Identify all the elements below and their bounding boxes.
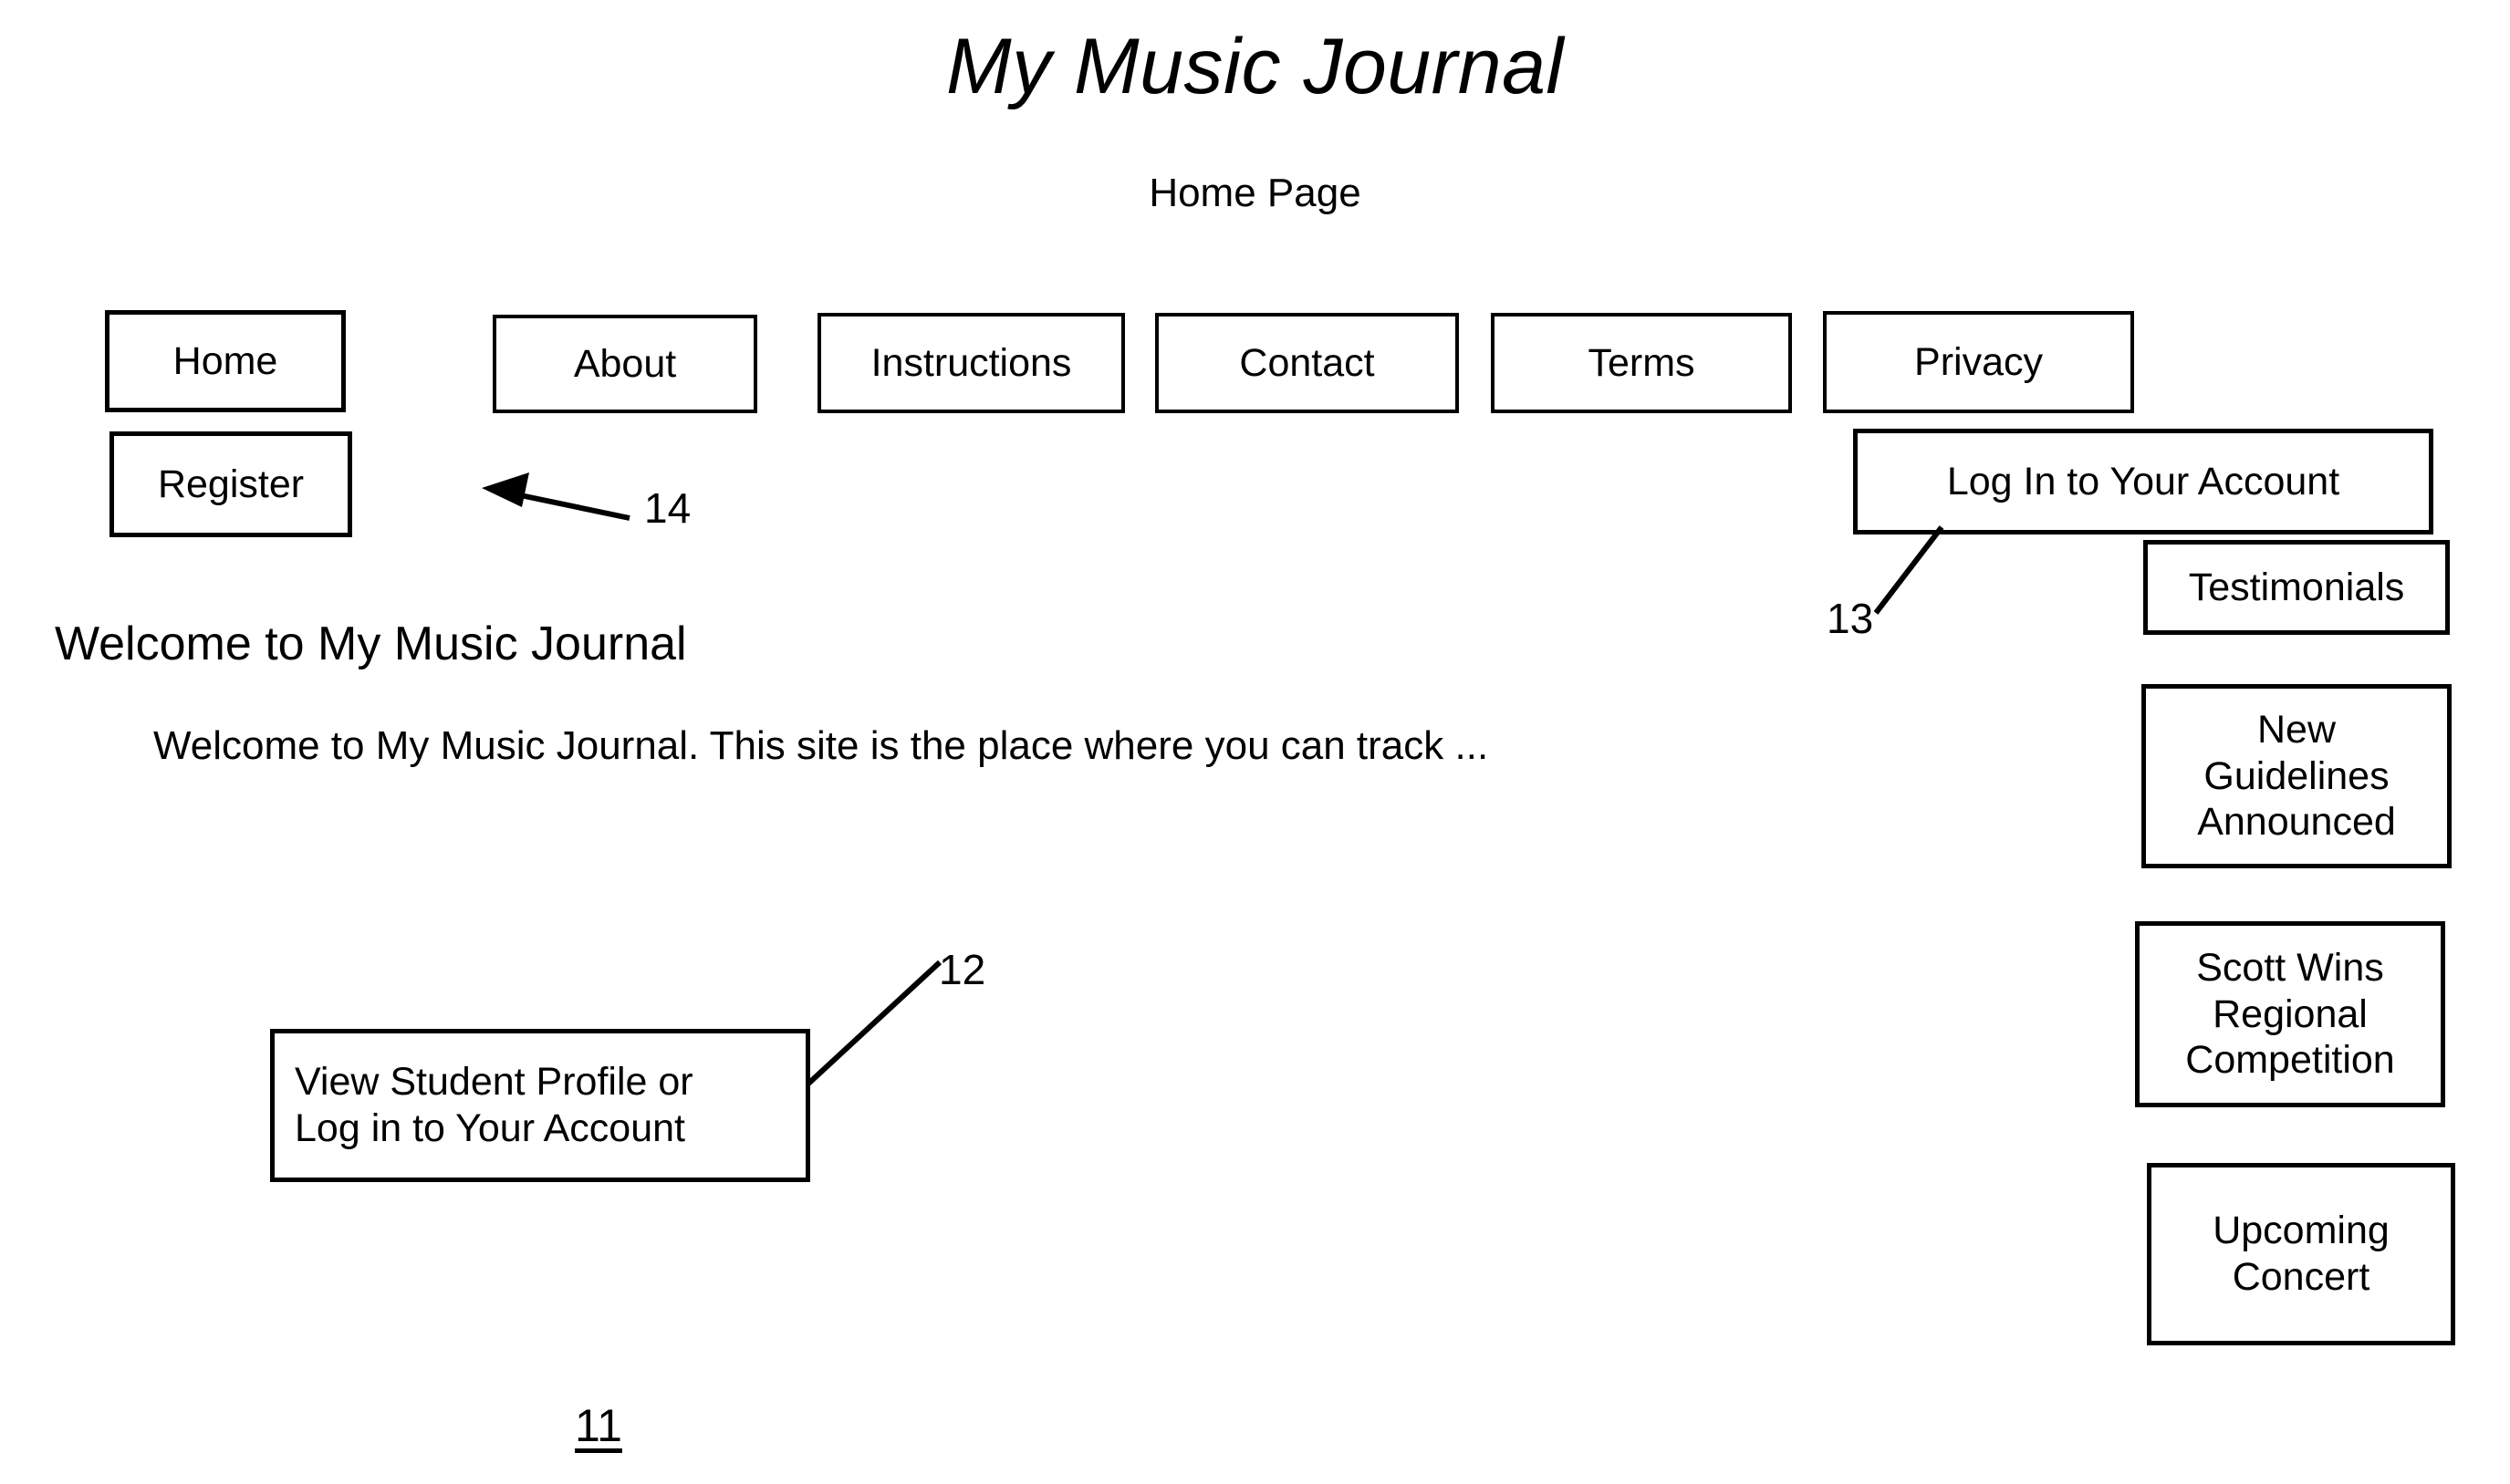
nav-button-contact[interactable]: Contact (1155, 313, 1459, 413)
sidebar-panel-line: Regional (2213, 991, 2368, 1036)
callout-number-12: 12 (939, 946, 986, 993)
sidebar-panel-line: Scott Wins (2196, 945, 2384, 990)
arrowhead-14 (482, 472, 529, 507)
nav-button-terms[interactable]: Terms (1491, 313, 1792, 413)
sidebar-panel-line: Concert (2232, 1255, 2370, 1299)
callout-number-14: 14 (644, 484, 692, 532)
main-heading: Welcome to My Music Journal (55, 617, 687, 670)
cta-line-2: Log in to Your Account (295, 1106, 685, 1150)
sidebar-panel-new-guidelines[interactable]: New Guidelines Announced (2141, 684, 2452, 868)
sidebar-panel-upcoming-concert[interactable]: Upcoming Concert (2147, 1163, 2455, 1345)
cta-line-1: View Student Profile or (295, 1060, 693, 1105)
main-paragraph: Welcome to My Music Journal. This site i… (153, 723, 1489, 768)
sidebar-panel-line: New (2256, 707, 2337, 752)
sidebar-panel-line: Upcoming (2213, 1209, 2390, 1253)
page-subtitle: Home Page (1149, 171, 1361, 215)
sidebar-panel-line: Testimonials (2188, 565, 2405, 609)
nav-button-privacy[interactable]: Privacy (1823, 311, 2134, 413)
nav-button-about[interactable]: About (493, 315, 757, 413)
cta-view-profile-or-login[interactable]: View Student Profile or Log in to Your A… (270, 1029, 810, 1182)
callout-number-13: 13 (1827, 595, 1874, 642)
leader-line-13 (1873, 525, 1944, 615)
sidebar-panel-line: Announced (2197, 800, 2396, 845)
sidebar-panel-scott-wins[interactable]: Scott Wins Regional Competition (2135, 921, 2445, 1107)
sidebar-panel-testimonials[interactable]: Testimonials (2143, 540, 2450, 635)
figure-canvas: My Music Journal Home Page Home About In… (0, 0, 2510, 1484)
nav-button-register[interactable]: Register (109, 431, 352, 537)
page-title: My Music Journal (945, 23, 1565, 110)
sidebar-panel-line: Guidelines (2203, 753, 2390, 798)
leader-line-12 (806, 960, 943, 1086)
nav-button-instructions[interactable]: Instructions (818, 313, 1125, 413)
figure-number: 11 (575, 1400, 622, 1451)
sidebar-login-button[interactable]: Log In to Your Account (1853, 429, 2433, 534)
nav-button-home[interactable]: Home (105, 310, 346, 412)
sidebar-panel-line: Competition (2185, 1038, 2395, 1083)
leader-line-14 (506, 490, 630, 521)
